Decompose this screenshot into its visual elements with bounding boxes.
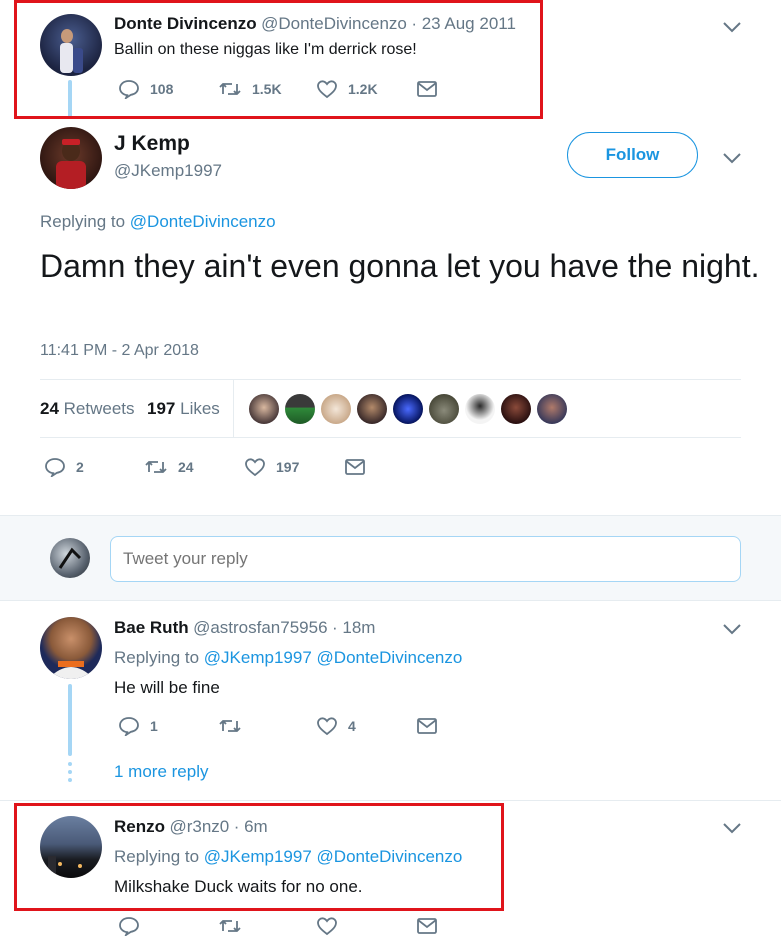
like-button[interactable] — [316, 916, 338, 936]
retweets-count: 24 — [40, 399, 59, 418]
user-name[interactable]: J Kemp — [114, 132, 190, 156]
dm-button[interactable] — [416, 917, 438, 935]
retweet-button[interactable]: 24 — [144, 457, 194, 477]
thread-line — [68, 684, 72, 756]
like-count: 197 — [276, 459, 300, 475]
heart-icon — [245, 458, 265, 477]
chevron-down-icon[interactable] — [721, 20, 743, 34]
replying-prefix: Replying to — [114, 648, 200, 667]
user-name[interactable]: Bae Ruth — [114, 618, 189, 637]
reply-icon — [45, 458, 65, 477]
replying-to: Replying to @JKemp1997 @DonteDivincenzo — [114, 648, 462, 668]
reply-button[interactable]: 1 — [118, 716, 158, 736]
replying-to: Replying to @DonteDivincenzo — [40, 212, 276, 232]
likes-count: 197 — [147, 399, 176, 418]
tweet-time[interactable]: · 18m — [332, 618, 375, 637]
like-count: 4 — [348, 718, 356, 734]
liker-avatar[interactable] — [465, 394, 495, 424]
liker-avatar[interactable] — [501, 394, 531, 424]
player-avatar-icon — [48, 661, 94, 679]
liker-avatar[interactable] — [429, 394, 459, 424]
retweet-count: 24 — [178, 459, 194, 475]
envelope-icon — [345, 459, 365, 475]
divider — [40, 437, 741, 438]
retweets-stat[interactable]: 24 Retweets — [40, 399, 135, 419]
user-handle[interactable]: @astrosfan75956 — [193, 618, 327, 637]
reply-icon — [119, 917, 139, 936]
like-button[interactable]: 4 — [316, 716, 356, 736]
player-avatar-icon — [56, 139, 86, 189]
reply-button[interactable]: 2 — [44, 457, 84, 477]
heart-icon — [317, 917, 337, 936]
retweet-button[interactable] — [218, 916, 242, 936]
user-handle[interactable]: @JKemp1997 — [114, 161, 222, 181]
tweet-timestamp[interactable]: 11:41 PM - 2 Apr 2018 — [40, 342, 199, 360]
chevron-down-icon[interactable] — [721, 821, 743, 835]
envelope-icon — [417, 918, 437, 934]
like-button[interactable]: 197 — [244, 457, 299, 477]
mention-link[interactable]: @DonteDivincenzo — [130, 212, 276, 231]
retweets-label: Retweets — [63, 399, 135, 418]
reply-button[interactable] — [118, 916, 140, 936]
highlight-box — [14, 803, 504, 911]
liker-avatar[interactable] — [285, 394, 315, 424]
liker-avatar[interactable] — [249, 394, 279, 424]
liker-avatar[interactable] — [321, 394, 351, 424]
reply-header: Bae Ruth @astrosfan75956 · 18m — [114, 618, 375, 638]
chevron-down-icon[interactable] — [721, 151, 743, 165]
dm-button[interactable] — [416, 717, 438, 735]
divider — [233, 380, 234, 438]
reply-count: 1 — [150, 718, 158, 734]
avatar[interactable] — [40, 127, 102, 189]
more-replies-link[interactable]: 1 more reply — [114, 762, 208, 782]
reply-composer — [0, 515, 781, 601]
chevron-down-icon[interactable] — [721, 622, 743, 636]
likes-stat[interactable]: 197 Likes — [147, 399, 220, 419]
divider — [0, 800, 781, 801]
user-avatar-icon — [58, 547, 82, 569]
likes-label: Likes — [180, 399, 220, 418]
dm-button[interactable] — [344, 458, 366, 476]
retweet-icon — [219, 720, 241, 732]
retweet-icon — [145, 461, 167, 473]
liker-avatar[interactable] — [537, 394, 567, 424]
liker-avatar[interactable] — [357, 394, 387, 424]
reply-icon — [119, 717, 139, 736]
mention-link[interactable]: @JKemp1997 — [204, 648, 312, 667]
follow-label: Follow — [605, 145, 660, 164]
tweet-text: Damn they ain't even gonna let you have … — [40, 248, 760, 284]
heart-icon — [317, 717, 337, 736]
envelope-icon — [417, 718, 437, 734]
replying-prefix: Replying to — [40, 212, 126, 231]
follow-button[interactable]: Follow — [567, 132, 698, 178]
thread-dots — [68, 762, 72, 782]
retweet-icon — [219, 920, 241, 932]
highlight-box — [14, 0, 543, 119]
mention-link[interactable]: @DonteDivincenzo — [317, 648, 463, 667]
avatar[interactable] — [50, 538, 90, 578]
liker-avatar[interactable] — [393, 394, 423, 424]
avatar[interactable] — [40, 617, 102, 679]
tweet-text: He will be fine — [114, 678, 220, 697]
divider — [40, 379, 741, 380]
reply-input[interactable] — [110, 536, 741, 582]
retweet-button[interactable] — [218, 716, 242, 736]
reply-count: 2 — [76, 459, 84, 475]
